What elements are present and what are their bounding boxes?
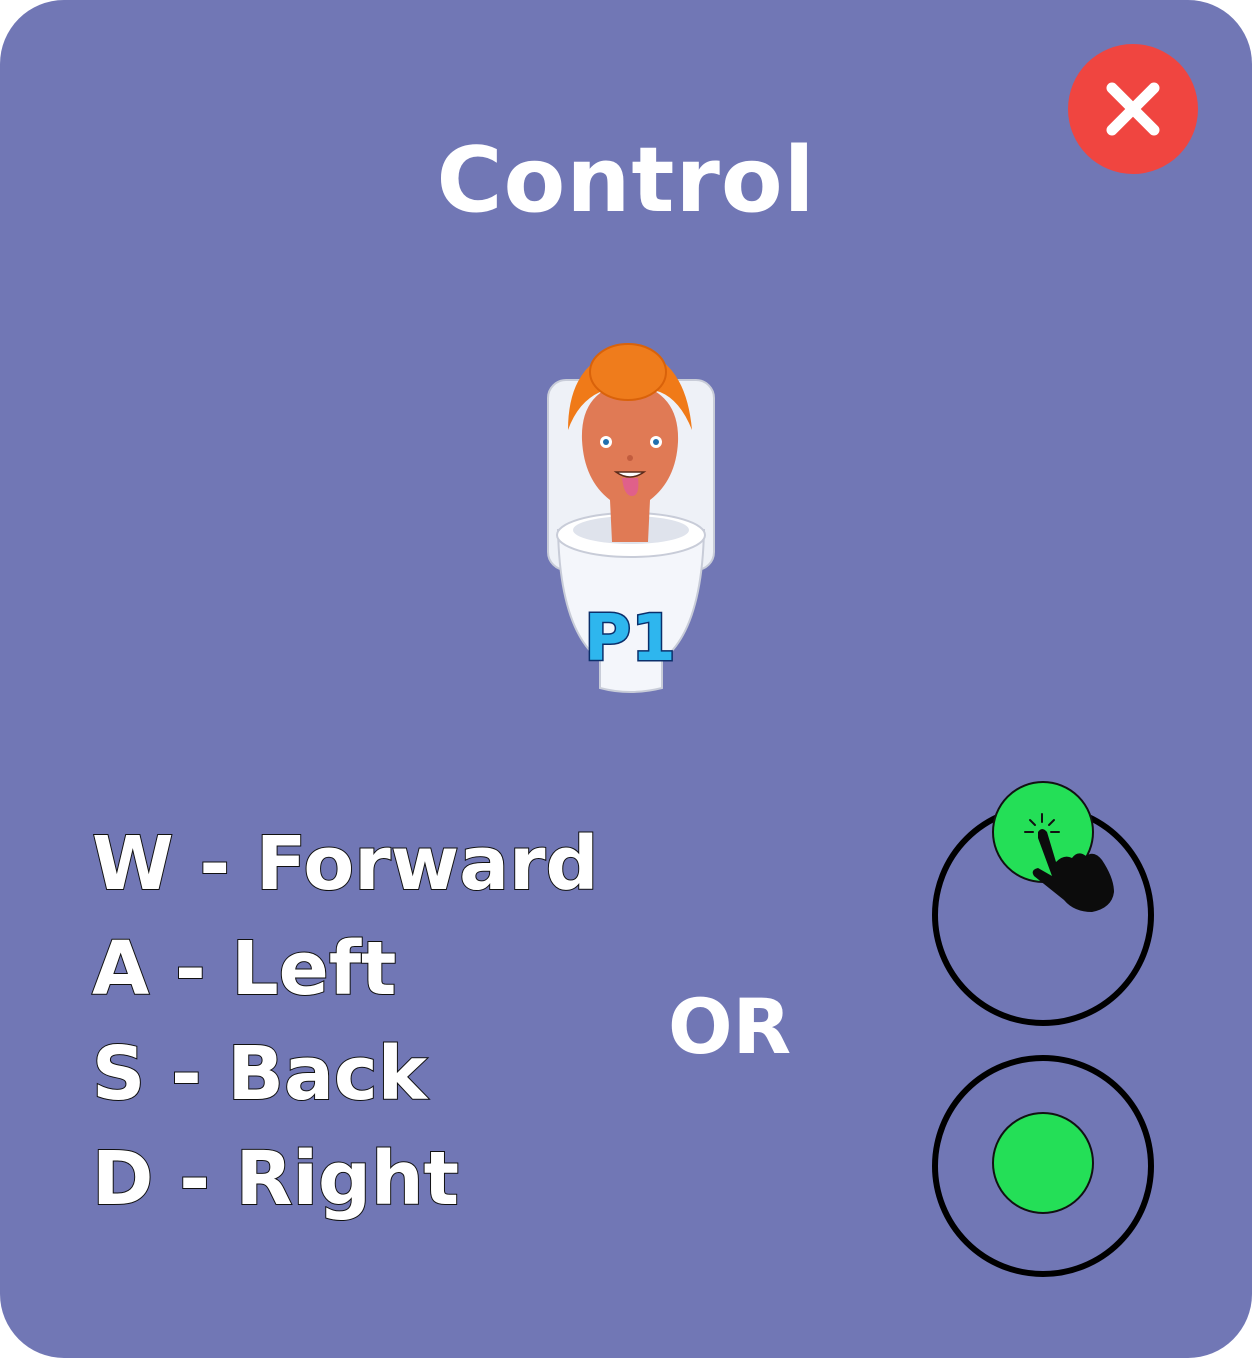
player-label: P1 [584,602,675,676]
or-separator: OR [668,982,792,1071]
tap-hand-icon [1024,813,1114,912]
toilet-character-image: P1 [547,343,715,693]
keyboard-controls-list: W - Forward A - Left S - Back D - Right [91,812,600,1232]
control-left: A - Left [91,925,397,1013]
control-back: S - Back [91,1030,428,1118]
control-right: D - Right [91,1135,460,1223]
control-dialog: Control P1 W - Forward A - Left S - Back… [0,0,1252,1358]
dialog-title: Control [436,128,816,233]
joystick-knob-center [992,1112,1094,1214]
control-forward: W - Forward [91,820,600,908]
